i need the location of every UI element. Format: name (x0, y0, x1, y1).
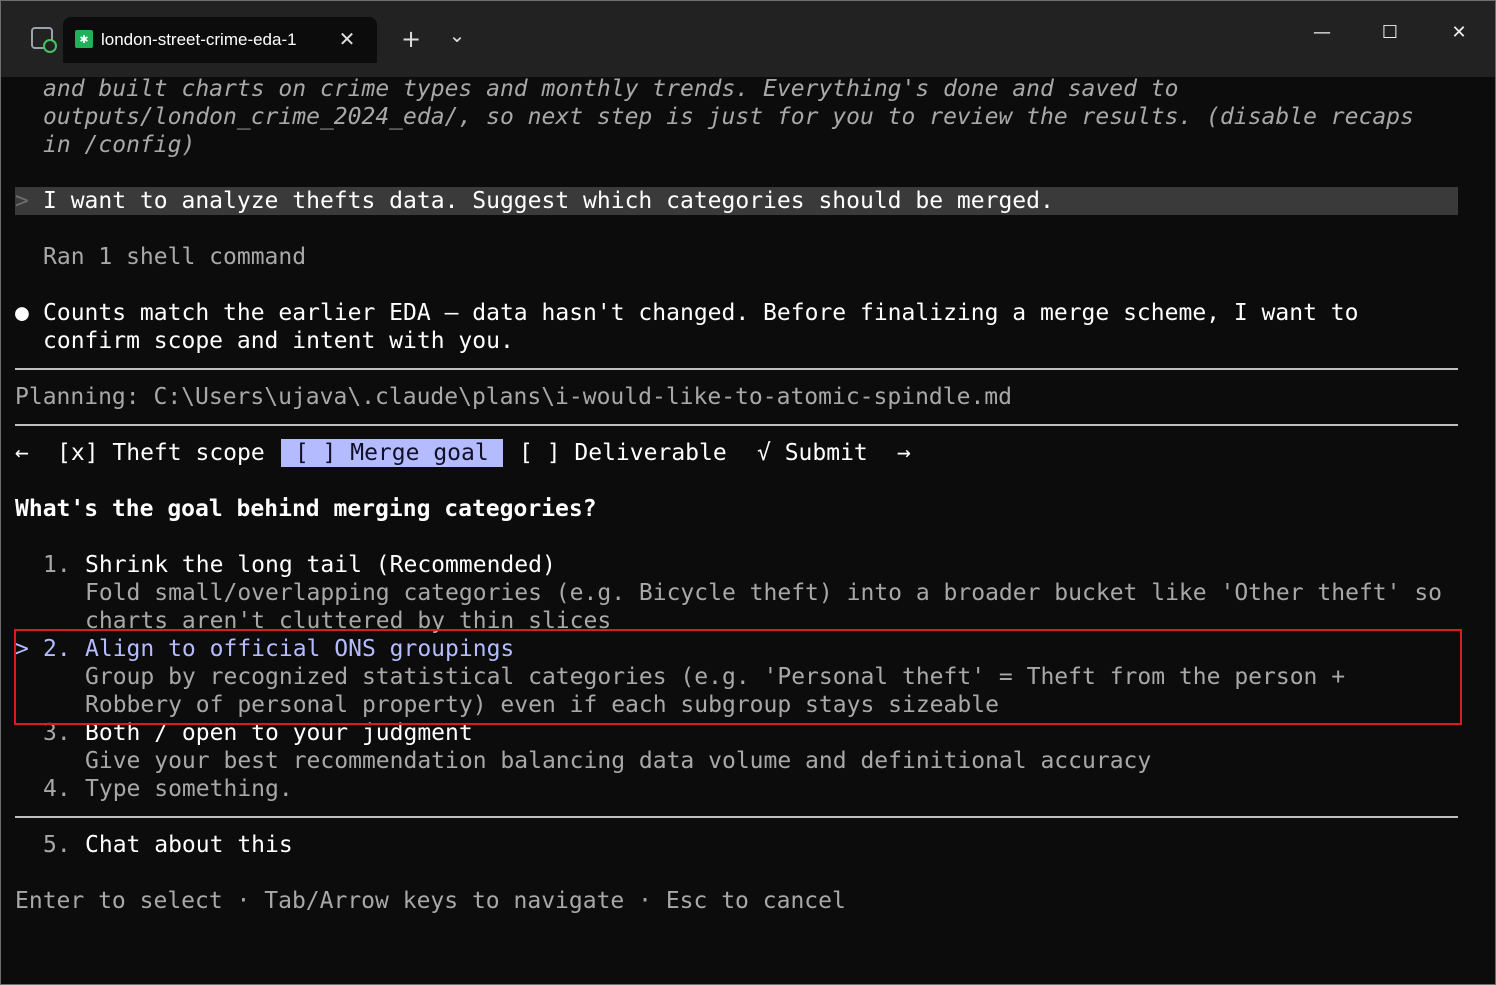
assistant-reply: confirm scope and intent with you. (43, 328, 514, 354)
close-window-button[interactable]: ✕ (1436, 15, 1482, 51)
assistant-reply: Counts match the earlier EDA – data hasn… (43, 300, 1359, 326)
option-number: 2. (43, 636, 71, 662)
next-arrow-icon[interactable]: → (897, 439, 911, 467)
planning-path: Planning: C:\Users\ujava\.claude\plans\i… (15, 384, 1012, 410)
tab-submit[interactable]: √ Submit (757, 439, 868, 467)
option-number: 1. (43, 552, 71, 578)
option-number: 4. (43, 776, 71, 802)
minimize-button[interactable]: — (1299, 15, 1345, 51)
tab-title: london-street-crime-eda-1 (101, 30, 297, 49)
user-prompt-text: I want to analyze thefts data. Suggest w… (43, 188, 1054, 214)
option-2-desc: Robbery of personal property) even if ea… (85, 692, 999, 718)
new-tab-button[interactable]: + (393, 25, 429, 53)
option-number: 5. (43, 832, 71, 858)
option-3-desc: Give your best recommendation balancing … (85, 748, 1152, 774)
prompt-marker: > (15, 188, 29, 214)
tab-dropdown-icon[interactable]: ⌄ (439, 21, 475, 49)
tab-deliverable[interactable]: [ ] Deliverable (519, 439, 727, 467)
close-tab-icon[interactable]: ✕ (333, 25, 361, 53)
bullet-icon: ● (15, 300, 29, 326)
terminal-app-icon[interactable] (31, 27, 57, 53)
option-1-desc: charts aren't cluttered by thin slices (85, 608, 612, 634)
option-5-title[interactable]: Chat about this (85, 831, 293, 859)
tab-active[interactable]: ✱ london-street-crime-eda-1 ✕ (63, 17, 377, 63)
option-2-title[interactable]: Align to official ONS groupings (85, 635, 514, 663)
recap-line: outputs/london_crime_2024_eda/, so next … (43, 104, 1414, 130)
title-bar: ✱ london-street-crime-eda-1 ✕ + ⌄ — ☐ ✕ (1, 1, 1495, 77)
terminal-tab-icon: ✱ (75, 30, 93, 48)
divider (15, 424, 1458, 426)
option-2-desc: Group by recognized statistical categori… (85, 664, 1346, 690)
footer-hint: Enter to select · Tab/Arrow keys to navi… (15, 888, 846, 914)
ran-command-text: Ran 1 shell command (43, 244, 307, 270)
maximize-button[interactable]: ☐ (1367, 15, 1413, 51)
prev-arrow-icon[interactable]: ← (15, 439, 29, 467)
recap-line: and built charts on crime types and mont… (43, 76, 1179, 102)
divider (15, 368, 1458, 370)
option-number: 3. (43, 720, 71, 746)
option-4-title[interactable]: Type something. (85, 775, 293, 803)
tab-theft-scope[interactable]: [x] Theft scope (57, 439, 265, 467)
option-3-title[interactable]: Both / open to your judgment (85, 719, 473, 747)
divider (15, 816, 1458, 818)
selection-marker: > (15, 636, 43, 662)
option-1-desc: Fold small/overlapping categories (e.g. … (85, 580, 1443, 606)
option-1-title[interactable]: Shrink the long tail (Recommended) (85, 551, 556, 579)
tab-merge-goal[interactable]: [ ] Merge goal (281, 439, 503, 467)
recap-line: in /config) (43, 132, 196, 158)
question-heading: What's the goal behind merging categorie… (15, 496, 597, 522)
terminal-window: ✱ london-street-crime-eda-1 ✕ + ⌄ — ☐ ✕ … (0, 0, 1496, 985)
status-dot-icon (43, 39, 57, 53)
